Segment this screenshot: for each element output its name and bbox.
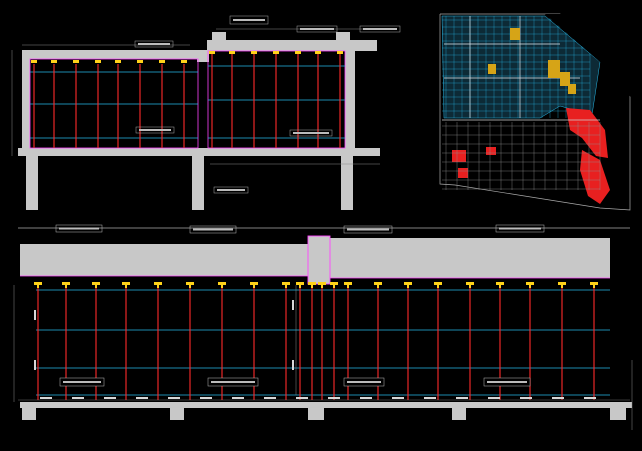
- bottom-jack-head-13: [330, 282, 338, 285]
- top-upstand: [212, 32, 226, 41]
- cad-drawing-canvas: [0, 0, 642, 451]
- bottom-jack-head-21: [558, 282, 566, 285]
- bottom-jack-stem-1: [37, 285, 39, 288]
- bottom-jack-head-5: [154, 282, 162, 285]
- bottom-jack-stem-9: [285, 285, 287, 288]
- top-jack-head-right-7: [337, 51, 343, 54]
- dim-mark-2: [72, 397, 84, 399]
- dim-mark-5: [168, 397, 180, 399]
- top-floor-slab: [18, 148, 380, 156]
- bottom-jack-stem-14: [347, 285, 349, 288]
- bottom-jack-head-10: [296, 282, 304, 285]
- bottom-jack-stem-20: [529, 285, 531, 288]
- bottom-jack-stem-21: [561, 285, 563, 288]
- dim-mark-3: [104, 397, 116, 399]
- bottom-jack-head-11: [308, 282, 316, 285]
- bottom-jack-head-2: [62, 282, 70, 285]
- bottom-jack-head-22: [590, 282, 598, 285]
- bottom-jack-head-14: [344, 282, 352, 285]
- dim-mark-17: [552, 397, 564, 399]
- dim-mark-7: [232, 397, 244, 399]
- bottom-floor-slab: [20, 402, 632, 408]
- dim-mark-14: [456, 397, 468, 399]
- dim-mark-11: [360, 397, 372, 399]
- bottom-jack-stem-7: [221, 285, 223, 288]
- bottom-jack-stem-6: [189, 285, 191, 288]
- top-wall-left: [22, 59, 30, 148]
- bottom-slab-right: [330, 238, 610, 278]
- bottom-jack-head-15: [374, 282, 382, 285]
- top-jack-head-left-3: [73, 60, 79, 63]
- bottom-jack-stem-10: [299, 285, 301, 288]
- dim-mark-6: [200, 397, 212, 399]
- bottom-jack-stem-18: [469, 285, 471, 288]
- bottom-jack-stem-19: [499, 285, 501, 288]
- bottom-jack-head-16: [404, 282, 412, 285]
- bottom-jack-stem-3: [95, 285, 97, 288]
- bottom-jack-stem-5: [157, 285, 159, 288]
- top-slab-right: [207, 40, 377, 51]
- top-jack-head-left-2: [51, 60, 57, 63]
- bottom-jack-head-19: [496, 282, 504, 285]
- top-jack-head-left-8: [181, 60, 187, 63]
- top-jack-head-left-4: [95, 60, 101, 63]
- bottom-jack-head-20: [526, 282, 534, 285]
- top-wall-right: [345, 51, 355, 148]
- bottom-jack-head-9: [282, 282, 290, 285]
- bottom-jack-head-6: [186, 282, 194, 285]
- bottom-jack-stem-15: [377, 285, 379, 288]
- bottom-jack-stem-13: [333, 285, 335, 288]
- dim-mark-13: [424, 397, 436, 399]
- dim-mark-4: [136, 397, 148, 399]
- top-slab-left: [22, 50, 197, 59]
- bottom-jack-head-7: [218, 282, 226, 285]
- bottom-jack-stem-11: [311, 285, 313, 288]
- top-jack-head-left-5: [115, 60, 121, 63]
- dim-mark-12: [392, 397, 404, 399]
- dim-mark-18: [584, 397, 596, 399]
- top-jack-head-right-6: [315, 51, 321, 54]
- top-upstand-2: [336, 32, 350, 41]
- bottom-jack-head-17: [434, 282, 442, 285]
- dim-mark-8: [264, 397, 276, 399]
- bottom-jack-stem-22: [593, 285, 595, 288]
- top-jack-head-right-5: [295, 51, 301, 54]
- dim-mark-16: [520, 397, 532, 399]
- bottom-jack-head-4: [122, 282, 130, 285]
- top-jack-head-right-2: [229, 51, 235, 54]
- bottom-jack-stem-16: [407, 285, 409, 288]
- top-jack-head-left-6: [137, 60, 143, 63]
- bottom-jack-head-12: [318, 282, 326, 285]
- bottom-jack-head-18: [466, 282, 474, 285]
- bottom-jack-stem-2: [65, 285, 67, 288]
- top-column-1: [26, 156, 38, 210]
- bottom-drop-beam: [308, 236, 330, 284]
- top-column-2: [192, 156, 204, 210]
- dim-mark-10: [328, 397, 340, 399]
- top-jack-head-right-3: [251, 51, 257, 54]
- top-jack-head-right-1: [209, 51, 215, 54]
- bottom-slab-left: [20, 244, 308, 276]
- top-jack-head-left-1: [31, 60, 37, 63]
- top-jack-head-right-4: [273, 51, 279, 54]
- bottom-jack-head-3: [92, 282, 100, 285]
- top-slab-step: [197, 50, 209, 62]
- bottom-jack-stem-8: [253, 285, 255, 288]
- bottom-jack-head-1: [34, 282, 42, 285]
- dim-mark-9: [296, 397, 308, 399]
- bottom-jack-head-8: [250, 282, 258, 285]
- dim-mark-1: [40, 397, 52, 399]
- bottom-jack-stem-4: [125, 285, 127, 288]
- bottom-jack-stem-12: [321, 285, 323, 288]
- dim-mark-15: [488, 397, 500, 399]
- bottom-jack-stem-17: [437, 285, 439, 288]
- top-jack-head-left-7: [159, 60, 165, 63]
